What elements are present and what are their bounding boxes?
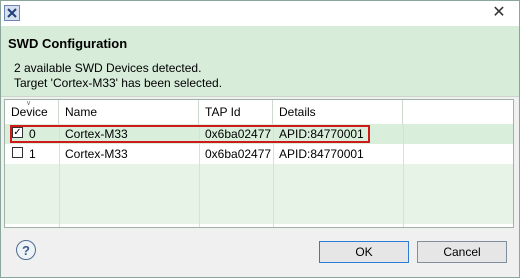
status-line-2: Target 'Cortex-M33' has been selected. [14,76,223,90]
empty-row [5,164,513,184]
dialog-header: SWD Configuration 2 available SWD Device… [1,26,519,97]
device-checkbox[interactable] [12,147,23,158]
close-icon[interactable]: ✕ [489,4,509,22]
empty-row [5,184,513,204]
name-cell: Cortex-M33 [65,147,128,161]
device-table: ∨ Device Name TAP Id Details ✓ 0 Cortex-… [4,99,514,228]
table-row[interactable]: 1 Cortex-M33 0x6ba02477 APID:84770001 [5,144,513,164]
sort-icon: ∨ [26,100,32,107]
details-cell: APID:84770001 [279,147,364,161]
dialog-title: SWD Configuration [8,36,128,51]
table-header: ∨ Device Name TAP Id Details [5,100,513,125]
app-x-icon [4,5,20,21]
column-header-device[interactable]: ∨ Device [5,100,59,124]
device-cell: 1 [5,144,59,164]
tap-id-cell: 0x6ba02477 [205,147,272,161]
help-icon[interactable]: ? [16,240,36,260]
swd-configuration-dialog: ✕ SWD Configuration 2 available SWD Devi… [0,0,520,278]
column-header-name[interactable]: Name [59,100,199,124]
status-line-1: 2 available SWD Devices detected. [14,61,202,75]
column-header-tap-id[interactable]: TAP Id [199,100,273,124]
empty-row [5,204,513,224]
ok-button[interactable]: OK [319,241,409,263]
title-bar: ✕ [1,1,519,26]
selection-highlight-box [10,125,370,143]
column-header-details[interactable]: Details [273,100,403,124]
column-divider [403,124,404,227]
cancel-button[interactable]: Cancel [417,241,507,263]
